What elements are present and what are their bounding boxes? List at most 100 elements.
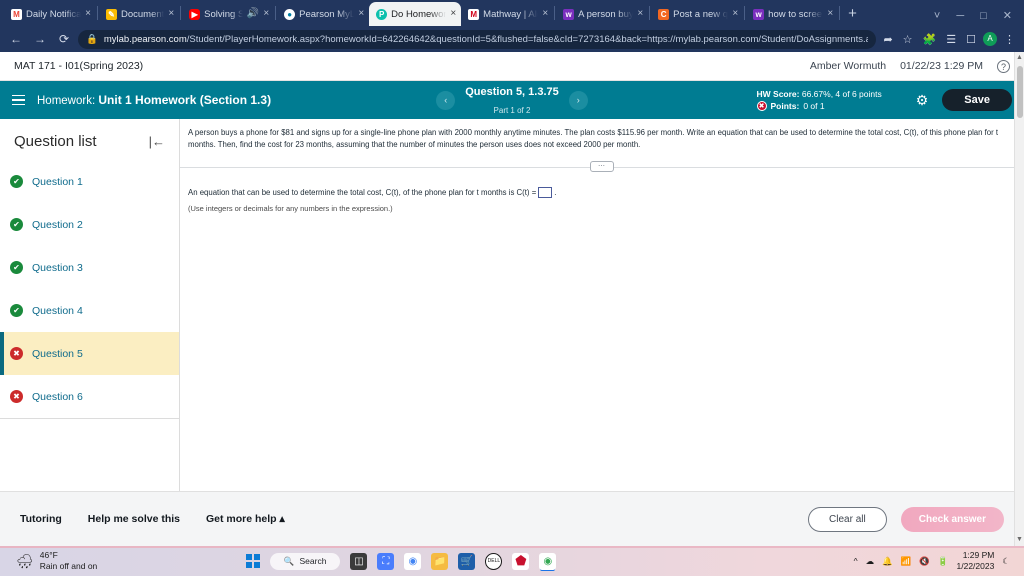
accent-line <box>0 546 1024 548</box>
answer-prompt: An equation that can be used to determin… <box>188 187 537 197</box>
homework-toolbar: Homework: Unit 1 Homework (Section 1.3) … <box>0 81 1024 119</box>
answer-period: . <box>554 187 557 197</box>
scroll-up-arrow-icon[interactable]: ▲ <box>1015 52 1024 64</box>
url-path: /Student/PlayerHomework.aspx?homeworkId=… <box>186 33 869 45</box>
share-icon[interactable]: ➦ <box>880 33 895 46</box>
prev-question-button[interactable]: ‹ <box>436 90 456 110</box>
question-list-header: Question list |← <box>0 119 179 160</box>
extensions-puzzle-icon[interactable]: 🧩 <box>920 33 940 46</box>
minimize-icon[interactable]: ─ <box>956 10 964 22</box>
tab-close-icon[interactable]: × <box>827 9 833 19</box>
mathway-icon: M <box>468 8 480 20</box>
wifi-icon[interactable]: 📶 <box>901 556 912 567</box>
settings-gear-icon[interactable]: ⚙ <box>916 92 929 109</box>
new-tab-button[interactable]: + <box>841 2 864 26</box>
next-question-button[interactable]: › <box>568 90 588 110</box>
hamburger-menu-icon[interactable] <box>12 94 25 106</box>
split-screen-icon[interactable]: ☐ <box>963 33 979 46</box>
points-value: 0 of 1 <box>803 101 825 111</box>
browser-tab-active[interactable]: P Do Homework × <box>369 2 462 26</box>
forward-button[interactable]: → <box>30 32 50 46</box>
check-answer-button[interactable]: Check answer <box>900 506 1004 532</box>
help-icon[interactable]: ? <box>997 59 1010 73</box>
reload-button[interactable]: ⟳ <box>54 32 74 46</box>
mcafee-icon[interactable]: ⬟ <box>512 552 530 570</box>
tab-close-icon[interactable]: × <box>85 9 91 19</box>
tab-title: Solving Sy <box>204 8 243 20</box>
task-view-icon[interactable]: ◫ <box>350 552 368 570</box>
file-explorer-icon[interactable]: 📁 <box>431 552 449 570</box>
browser-tab[interactable]: w how to screen × <box>746 2 838 26</box>
sidebar-item-question-4[interactable]: ✔ Question 4 <box>0 289 179 332</box>
tutoring-link[interactable]: Tutoring <box>20 513 62 525</box>
address-bar[interactable]: 🔒 mylab.pearson.com/Student/PlayerHomewo… <box>78 29 877 49</box>
browser-tab[interactable]: M Mathway | Alg × <box>461 2 553 26</box>
zoom-icon[interactable]: ⛶ <box>377 552 395 570</box>
browser-tab[interactable]: ● Pearson MyLab × <box>277 2 369 26</box>
browser-tab[interactable]: w A person buys × <box>556 2 648 26</box>
tab-mute-icon[interactable]: 🔊 <box>247 9 259 19</box>
sidebar-item-question-3[interactable]: ✔ Question 3 <box>0 246 179 289</box>
answer-input[interactable] <box>538 186 553 198</box>
tab-close-icon[interactable]: × <box>542 9 548 19</box>
sidebar-item-question-6[interactable]: ✖ Question 6 <box>0 375 179 418</box>
chrome-icon[interactable]: ◉ <box>404 552 422 570</box>
save-button[interactable]: Save <box>942 89 1012 111</box>
browser-tab[interactable]: M Daily Notificat × <box>4 2 96 26</box>
moon-icon[interactable]: ☾ <box>1002 556 1010 567</box>
question-item-label: Question 2 <box>32 218 83 231</box>
tab-close-icon[interactable]: × <box>358 9 364 19</box>
onedrive-icon[interactable]: ☁ <box>866 556 875 567</box>
page-content: MAT 171 - I01(Spring 2023) Amber Wormuth… <box>0 52 1024 548</box>
tab-close-icon[interactable]: × <box>732 9 738 19</box>
volume-muted-icon[interactable]: 🔇 <box>919 556 930 567</box>
help-me-solve-this-link[interactable]: Help me solve this <box>88 513 180 525</box>
question-content: A person buys a phone for $81 and signs … <box>180 119 1024 491</box>
scroll-down-arrow-icon[interactable]: ▼ <box>1015 534 1024 546</box>
reading-list-icon[interactable]: ☰ <box>943 33 959 46</box>
question-item-label: Question 5 <box>32 347 83 360</box>
tab-close-icon[interactable]: × <box>168 9 174 19</box>
back-button[interactable]: ← <box>6 32 26 46</box>
sidebar-item-question-1[interactable]: ✔ Question 1 <box>0 160 179 203</box>
incorrect-status-icon: ✖ <box>10 347 23 360</box>
microsoft-store-icon[interactable]: 🛒 <box>458 552 476 570</box>
get-more-help-link[interactable]: Get more help ▴ <box>206 513 285 525</box>
browser-tab[interactable]: ✎ Document × <box>99 2 179 26</box>
close-icon[interactable]: ✕ <box>1003 9 1012 22</box>
page-scrollbar[interactable]: ▲ ▼ <box>1014 52 1024 546</box>
sidebar-item-question-2[interactable]: ✔ Question 2 <box>0 203 179 246</box>
question-part: Part 1 of 2 <box>493 106 531 115</box>
clear-all-button[interactable]: Clear all <box>808 506 887 532</box>
scrollbar-thumb[interactable] <box>1017 66 1023 118</box>
browser-tab[interactable]: C Post a new qu × <box>651 2 743 26</box>
bookmark-star-icon[interactable]: ☆ <box>900 33 916 46</box>
tab-close-icon[interactable]: × <box>263 9 269 19</box>
course-title: MAT 171 - I01(Spring 2023) <box>14 60 144 72</box>
assignment-name: Unit 1 Homework (Section 1.3) <box>98 93 272 107</box>
question-item-label: Question 1 <box>32 175 83 188</box>
caret-up-icon: ▴ <box>279 513 285 525</box>
taskbar-clock[interactable]: 1:29 PM 1/22/2023 <box>957 550 995 571</box>
pearson-course-header: MAT 171 - I01(Spring 2023) Amber Wormuth… <box>0 52 1024 81</box>
sidebar-item-question-5[interactable]: ✖ Question 5 <box>0 332 179 375</box>
tab-close-icon[interactable]: × <box>450 9 456 19</box>
profile-avatar-icon[interactable]: A <box>983 32 997 46</box>
dell-icon[interactable]: DELL <box>485 552 503 570</box>
collapse-panel-icon[interactable]: |← <box>149 134 165 149</box>
drag-handle-icon[interactable]: ⋯ <box>590 160 614 172</box>
show-hidden-icons-chevron[interactable]: ^ <box>854 556 858 566</box>
notification-icon[interactable]: 🔔 <box>882 556 893 567</box>
taskbar-search[interactable]: 🔍 Search <box>269 552 341 570</box>
search-label: Search <box>299 556 327 566</box>
chevron-down-icon[interactable]: ˅ <box>934 10 940 22</box>
browser-tab[interactable]: ▶ Solving Sy 🔊 × <box>182 2 274 26</box>
maximize-icon[interactable]: □ <box>980 10 987 22</box>
windows-start-icon[interactable] <box>245 554 260 568</box>
question-footer-toolbar: Tutoring Help me solve this Get more hel… <box>0 491 1024 546</box>
weather-widget[interactable]: 🌧 46°F Rain off and on <box>16 550 97 571</box>
more-menu-icon[interactable]: ⋮ <box>1001 33 1018 46</box>
chrome-active-icon[interactable]: ◉ <box>539 552 557 570</box>
tab-close-icon[interactable]: × <box>637 9 643 19</box>
battery-icon[interactable]: 🔋 <box>938 556 949 567</box>
